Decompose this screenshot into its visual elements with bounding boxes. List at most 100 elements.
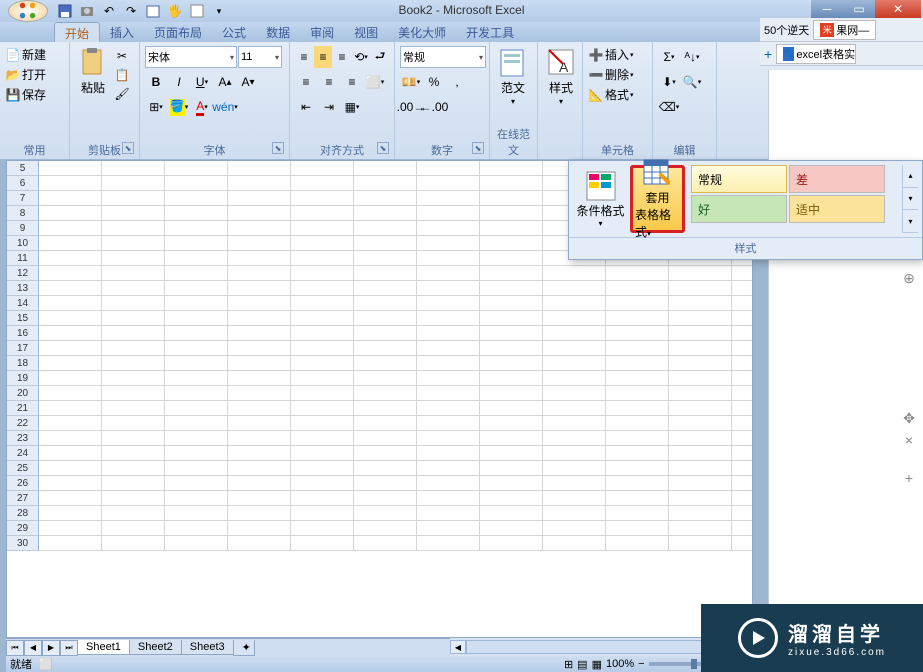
cell[interactable] <box>102 326 165 340</box>
panel-close-icon[interactable]: × <box>901 432 917 448</box>
view-break-icon[interactable]: ▦ <box>592 658 602 671</box>
align-left-button[interactable]: ≡ <box>295 71 317 93</box>
cell[interactable] <box>102 281 165 295</box>
insert-button[interactable]: ➕插入▾ <box>588 46 634 63</box>
cell[interactable] <box>291 341 354 355</box>
cell[interactable] <box>39 251 102 265</box>
row-header[interactable]: 18 <box>7 356 39 371</box>
cell[interactable] <box>354 251 417 265</box>
browser-tab-1[interactable]: 50个逆天 <box>764 22 809 38</box>
calc-icon[interactable] <box>188 2 206 20</box>
first-sheet-button[interactable]: ⏮ <box>6 640 24 656</box>
cell[interactable] <box>417 461 480 475</box>
cell[interactable] <box>480 491 543 505</box>
cell[interactable] <box>480 176 543 190</box>
cell[interactable] <box>228 461 291 475</box>
clear-button[interactable]: ⌫▾ <box>658 96 680 118</box>
row-header[interactable]: 25 <box>7 461 39 476</box>
zoom-out-button[interactable]: − <box>638 658 644 670</box>
view-normal-icon[interactable]: ⊞ <box>564 658 573 671</box>
cell[interactable] <box>480 251 543 265</box>
cell[interactable] <box>228 416 291 430</box>
cell[interactable] <box>606 356 669 370</box>
cell[interactable] <box>228 281 291 295</box>
zoom-value[interactable]: 100% <box>606 658 634 670</box>
style-bad[interactable]: 差 <box>789 165 885 193</box>
cell[interactable] <box>165 476 228 490</box>
cell[interactable] <box>165 461 228 475</box>
cell[interactable] <box>417 296 480 310</box>
cell[interactable] <box>39 401 102 415</box>
cell[interactable] <box>669 311 732 325</box>
underline-button[interactable]: U▾ <box>191 71 213 93</box>
italic-button[interactable]: I <box>168 71 190 93</box>
row-header[interactable]: 20 <box>7 386 39 401</box>
cell[interactable] <box>354 221 417 235</box>
tab-beautify[interactable]: 美化大师 <box>388 22 456 42</box>
cell[interactable] <box>669 446 732 460</box>
cell[interactable] <box>228 356 291 370</box>
move-icon[interactable]: ✥ <box>901 410 917 426</box>
row-header[interactable]: 27 <box>7 491 39 506</box>
cell[interactable] <box>291 206 354 220</box>
cell[interactable] <box>102 266 165 280</box>
cell[interactable] <box>606 506 669 520</box>
view-layout-icon[interactable]: ▤ <box>577 658 587 671</box>
cell[interactable] <box>354 206 417 220</box>
cell[interactable] <box>417 431 480 445</box>
row-header[interactable]: 5 <box>7 161 39 176</box>
cell[interactable] <box>669 356 732 370</box>
tab-developer[interactable]: 开发工具 <box>456 22 524 42</box>
cell[interactable] <box>354 176 417 190</box>
cell[interactable] <box>417 491 480 505</box>
cell[interactable] <box>606 401 669 415</box>
cell[interactable] <box>669 431 732 445</box>
camera-icon[interactable] <box>78 2 96 20</box>
cell[interactable] <box>354 266 417 280</box>
cell[interactable] <box>543 356 606 370</box>
autosum-button[interactable]: Σ▾ <box>658 46 680 68</box>
cell[interactable] <box>669 491 732 505</box>
cell[interactable] <box>291 401 354 415</box>
tab-data[interactable]: 数据 <box>256 22 300 42</box>
row-header[interactable]: 28 <box>7 506 39 521</box>
cell[interactable] <box>354 446 417 460</box>
cell[interactable] <box>165 251 228 265</box>
bold-button[interactable]: B <box>145 71 167 93</box>
cell[interactable] <box>165 506 228 520</box>
cell[interactable] <box>543 521 606 535</box>
cell[interactable] <box>669 341 732 355</box>
cell[interactable] <box>543 311 606 325</box>
cell[interactable] <box>669 371 732 385</box>
cell[interactable] <box>354 491 417 505</box>
cell[interactable] <box>291 386 354 400</box>
cell[interactable] <box>165 416 228 430</box>
cell[interactable] <box>39 296 102 310</box>
cell[interactable] <box>480 386 543 400</box>
cell[interactable] <box>354 296 417 310</box>
cell[interactable] <box>165 266 228 280</box>
cell[interactable] <box>291 416 354 430</box>
cell[interactable] <box>39 461 102 475</box>
cell[interactable] <box>165 326 228 340</box>
percent-button[interactable]: % <box>423 71 445 93</box>
row-header[interactable]: 11 <box>7 251 39 266</box>
row-header[interactable]: 26 <box>7 476 39 491</box>
cell[interactable] <box>291 476 354 490</box>
template-button[interactable]: 范文 ▾ <box>493 44 533 125</box>
cell[interactable] <box>543 536 606 550</box>
sheet-tab-3[interactable]: Sheet3 <box>181 640 234 655</box>
cell[interactable] <box>291 371 354 385</box>
cell[interactable] <box>480 416 543 430</box>
cell[interactable] <box>354 191 417 205</box>
cell[interactable] <box>543 401 606 415</box>
cell[interactable] <box>543 371 606 385</box>
cell[interactable] <box>480 401 543 415</box>
cell[interactable] <box>669 296 732 310</box>
cell[interactable] <box>480 281 543 295</box>
shrink-font-button[interactable]: A▾ <box>237 71 259 93</box>
clipboard-launcher-icon[interactable]: ⬊ <box>122 142 134 154</box>
row-header[interactable]: 6 <box>7 176 39 191</box>
cell[interactable] <box>102 356 165 370</box>
cell[interactable] <box>606 341 669 355</box>
